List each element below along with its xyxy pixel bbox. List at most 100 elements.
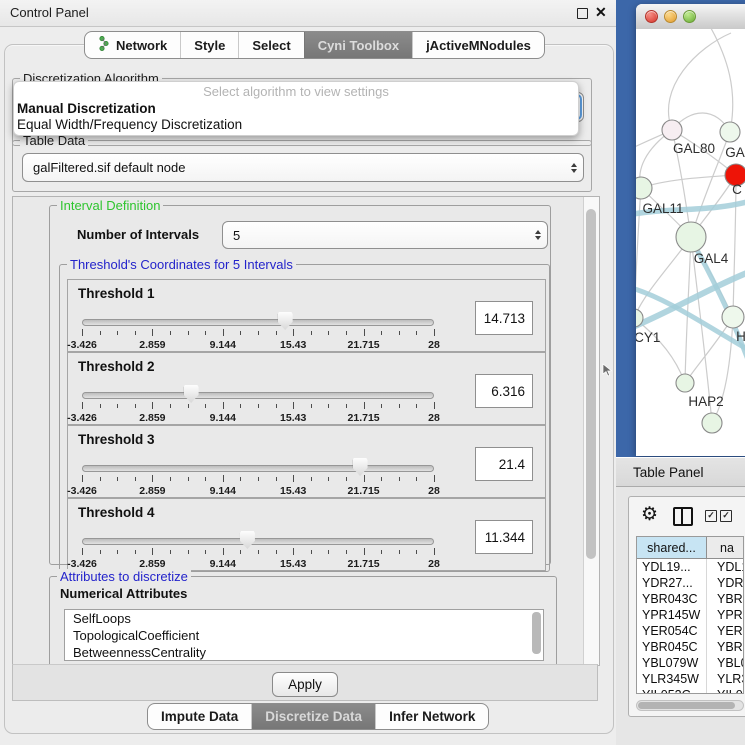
tick-mark <box>399 404 400 408</box>
slider-tick-labels: -3.4262.8599.14415.4321.71528 <box>82 412 434 424</box>
network-window: GAL80GAGAL11CGAL4GCY1HHAP2 <box>636 4 745 456</box>
table-row[interactable]: YIL052CYIL0 <box>637 687 743 694</box>
attribute-list-item[interactable]: TopologicalCoefficient <box>65 627 543 644</box>
threshold-slider[interactable]: -3.4262.8599.14415.4321.71528 <box>82 383 434 423</box>
table-panel-body: ⚙ ✓ ✓ shared...na YDL19...YDL1YDR27...YD… <box>616 487 745 745</box>
minimize-traffic-light-icon[interactable] <box>664 10 677 23</box>
table-row[interactable]: YBR043CYBR0 <box>637 591 743 607</box>
slider-track[interactable] <box>82 319 434 326</box>
slider-track[interactable] <box>82 392 434 399</box>
table-panel-header: Table Panel <box>616 457 745 487</box>
tick-mark <box>399 331 400 335</box>
table-row[interactable]: YPR145WYPR1 <box>637 607 743 623</box>
number-of-intervals-combobox[interactable]: 5 <box>222 221 548 249</box>
network-edge <box>636 318 685 383</box>
threshold-value-field[interactable]: 11.344 <box>475 520 533 554</box>
tick-mark <box>188 550 189 554</box>
tab-style[interactable]: Style <box>180 32 238 58</box>
table-hscrollbar-track[interactable] <box>636 700 744 711</box>
network-node-HAP2 <box>676 374 694 392</box>
table-row[interactable]: YBR045CYBR0 <box>637 639 743 655</box>
tick-mark <box>416 477 417 481</box>
numerical-attributes-list[interactable]: SelfLoopsTopologicalCoefficientBetweenne… <box>64 609 544 661</box>
threshold-slider[interactable]: -3.4262.8599.14415.4321.71528 <box>82 456 434 496</box>
tab-label: Network <box>116 38 167 53</box>
tick-mark <box>328 550 329 554</box>
threshold-value-field[interactable]: 6.316 <box>475 374 533 408</box>
close-icon[interactable]: ✕ <box>595 4 607 21</box>
checkbox-icon[interactable]: ✓ <box>720 510 732 522</box>
table-data-combobox[interactable]: galFiltered.sif default node <box>22 153 584 182</box>
tab-infer-network[interactable]: Infer Network <box>375 704 488 729</box>
slider-track[interactable] <box>82 465 434 472</box>
tick-mark <box>223 329 224 336</box>
tick-mark <box>276 404 277 408</box>
slider-thumb[interactable] <box>278 312 293 330</box>
tick-mark <box>82 548 83 555</box>
thresholds-group: Threshold's Coordinates for 5 Intervals … <box>59 264 550 572</box>
column-header[interactable]: shared... <box>637 537 707 558</box>
split-pane-icon[interactable] <box>673 507 693 526</box>
slider-thumb[interactable] <box>240 531 255 549</box>
table-row[interactable]: YLR345WYLR3 <box>637 671 743 687</box>
tick-mark <box>240 404 241 408</box>
tick-mark <box>346 477 347 481</box>
threshold-slider[interactable]: -3.4262.8599.14415.4321.71528 <box>82 310 434 350</box>
tab-label: Style <box>194 38 225 53</box>
desktop-area: GAL80GAGAL11CGAL4GCY1HHAP2 Table Panel ⚙… <box>616 0 745 745</box>
dropdown-option[interactable]: Manual Discretization <box>14 101 578 117</box>
settings-scrollbar-track[interactable] <box>583 197 599 665</box>
column-header[interactable]: na <box>707 537 743 558</box>
list-scrollbar[interactable] <box>532 612 541 654</box>
apply-button[interactable]: Apply <box>272 672 338 697</box>
tick-label: 2.859 <box>139 485 165 497</box>
network-canvas[interactable]: GAL80GAGAL11CGAL4GCY1HHAP2 <box>636 29 745 456</box>
dropdown-option[interactable]: Equal Width/Frequency Discretization <box>14 117 578 133</box>
tab-impute-data[interactable]: Impute Data <box>148 704 251 729</box>
tick-mark <box>152 548 153 555</box>
tick-mark <box>416 404 417 408</box>
tick-mark <box>223 402 224 409</box>
attribute-list-item[interactable]: BetweennessCentrality <box>65 644 543 661</box>
attribute-list-item[interactable]: SelfLoops <box>65 610 543 627</box>
tick-mark <box>258 477 259 481</box>
slider-thumb[interactable] <box>353 458 368 476</box>
network-edge <box>685 237 691 383</box>
combobox-spinner-icon[interactable] <box>529 222 547 248</box>
table-card: ⚙ ✓ ✓ shared...na YDL19...YDL1YDR27...YD… <box>628 496 745 717</box>
tab-cyni-toolbox[interactable]: Cyni Toolbox <box>304 32 412 58</box>
table-cell: YBL0 <box>707 655 743 671</box>
table-hscrollbar-thumb[interactable] <box>638 702 735 709</box>
table-cell: YDR2 <box>707 575 743 591</box>
table-row[interactable]: YER054CYER0 <box>637 623 743 639</box>
tick-mark <box>381 331 382 335</box>
tick-mark <box>258 550 259 554</box>
table-row[interactable]: YBL079WYBL0 <box>637 655 743 671</box>
table-cell: YBR0 <box>707 591 743 607</box>
tab-jactivemnodules[interactable]: jActiveMNodules <box>412 32 544 58</box>
tab-discretize-data[interactable]: Discretize Data <box>251 704 375 729</box>
slider-thumb[interactable] <box>184 385 199 403</box>
tick-mark <box>170 477 171 481</box>
threshold-value-field[interactable]: 14.713 <box>475 301 533 335</box>
tick-mark <box>240 550 241 554</box>
zoom-traffic-light-icon[interactable] <box>683 10 696 23</box>
slider-track[interactable] <box>82 538 434 545</box>
node-table[interactable]: shared...na YDL19...YDL1YDR27...YDR2YBR0… <box>636 536 744 694</box>
threshold-slider[interactable]: -3.4262.8599.14415.4321.71528 <box>82 529 434 569</box>
checkbox-icon[interactable]: ✓ <box>705 510 717 522</box>
tab-network[interactable]: Network <box>85 32 180 58</box>
threshold-value-field[interactable]: 21.4 <box>475 447 533 481</box>
table-row[interactable]: YDR27...YDR2 <box>637 575 743 591</box>
combobox-spinner-icon[interactable] <box>565 154 583 181</box>
close-traffic-light-icon[interactable] <box>645 10 658 23</box>
tab-select[interactable]: Select <box>238 32 303 58</box>
float-window-icon[interactable] <box>577 8 588 19</box>
tick-mark <box>346 331 347 335</box>
tick-mark <box>205 550 206 554</box>
tick-mark <box>258 404 259 408</box>
settings-scrollbar-thumb[interactable] <box>586 209 596 559</box>
settings-scroll-pane: Interval Definition Number of Intervals … <box>12 196 600 666</box>
table-row[interactable]: YDL19...YDL1 <box>637 559 743 575</box>
gear-icon[interactable]: ⚙ <box>641 503 658 526</box>
